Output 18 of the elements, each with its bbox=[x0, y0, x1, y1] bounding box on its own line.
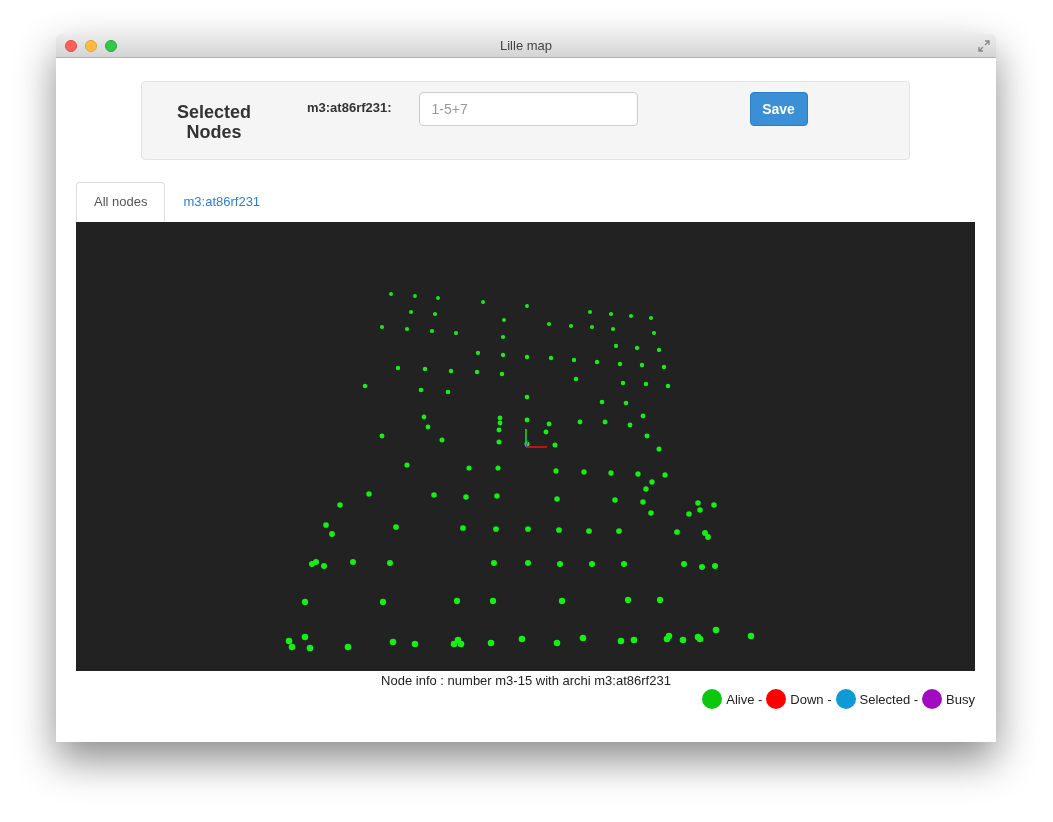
legend-label: Down - bbox=[790, 691, 832, 707]
panel-heading: Selected Nodes bbox=[175, 102, 252, 142]
legend-label: Alive - bbox=[726, 691, 763, 707]
close-button[interactable] bbox=[65, 39, 77, 52]
node-info: Node info : number m3-15 with archi m3:at86rf231 bbox=[380, 673, 672, 688]
nodes-input-field[interactable]: 1-5+7 bbox=[418, 92, 638, 126]
legend-label: Busy bbox=[946, 691, 975, 707]
zoom-button[interactable] bbox=[105, 39, 117, 52]
tab[interactable]: All nodes bbox=[76, 182, 166, 222]
node-map-canvas[interactable] bbox=[76, 222, 975, 671]
save-button[interactable]: Save bbox=[749, 92, 808, 126]
field-label: m3:at86rf231: bbox=[307, 100, 392, 115]
legend-label: Selected - bbox=[859, 691, 919, 707]
window-title: Lille map bbox=[500, 38, 552, 53]
tab[interactable]: m3:at86rf231 bbox=[165, 182, 279, 222]
fullscreen-icon[interactable] bbox=[978, 39, 990, 52]
axes-drawing bbox=[525, 428, 548, 448]
minimize-button[interactable] bbox=[85, 39, 97, 52]
